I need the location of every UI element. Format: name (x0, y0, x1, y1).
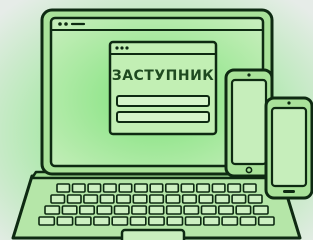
keyboard-key (218, 205, 235, 215)
keyboard-key (252, 205, 269, 215)
window-dot-icon (115, 46, 119, 50)
keyboard-key (165, 183, 180, 193)
keyboard-key (184, 216, 202, 226)
keyboard-key (247, 194, 263, 204)
phone-home-bar-icon (283, 190, 295, 193)
keyboard-key (113, 205, 130, 215)
keyboard-key (148, 205, 165, 215)
app-logo-text: ЗАСТУПНИК (112, 68, 215, 84)
keyboard-key (200, 205, 217, 215)
keyboard-key (166, 216, 184, 226)
keyboard-key (116, 194, 132, 204)
touchpad (120, 228, 186, 240)
illustration: ЗАСТУПНИК (0, 0, 313, 240)
keyboard-key (66, 194, 82, 204)
keyboard-key (61, 205, 78, 215)
phone-camera-icon (247, 73, 251, 77)
keyboard-key (99, 194, 115, 204)
keyboard-key (165, 205, 182, 215)
phone-screen (230, 78, 268, 166)
keyboard-key (235, 205, 252, 215)
keyboard-key (214, 194, 230, 204)
keyboard-key (257, 216, 275, 226)
keyboard-key (50, 194, 66, 204)
keyboard-key (44, 205, 61, 215)
screen-dot-icon (64, 22, 68, 26)
keyboard-key (198, 194, 214, 204)
keyboard-key (148, 216, 165, 226)
keyboard-key (211, 183, 226, 193)
screen-dot-icon (58, 22, 62, 26)
phone-icon (264, 96, 313, 200)
keyboard-key (227, 183, 242, 193)
keyboard-key (79, 205, 96, 215)
keyboard-key (181, 194, 197, 204)
keyboard-key (93, 216, 111, 226)
login-field (116, 95, 210, 107)
keyboard-key (183, 205, 200, 215)
keyboard-key (56, 216, 74, 226)
keyboard-key (231, 194, 247, 204)
keyboard-key (87, 183, 102, 193)
phone-camera-icon (287, 101, 291, 105)
keyboard-key (133, 183, 148, 193)
keyboard-key (38, 216, 56, 226)
keyboard-key (131, 205, 148, 215)
app-window: ЗАСТУПНИК (108, 40, 218, 136)
login-button (116, 111, 210, 123)
keyboard-key (96, 205, 113, 215)
keyboard-key (221, 216, 239, 226)
keyboard-key (149, 183, 164, 193)
devices-illustration: ЗАСТУПНИК (0, 0, 313, 240)
keyboard-key (118, 183, 133, 193)
keyboard-key (102, 183, 117, 193)
keyboard-key (239, 216, 257, 226)
keyboard-key (196, 183, 211, 193)
keyboard-key (132, 194, 148, 204)
keyboard-key (180, 183, 195, 193)
phone-screen (270, 106, 308, 188)
keyboard-key (83, 194, 99, 204)
keyboard-key (71, 183, 86, 193)
keyboard-key (129, 216, 147, 226)
keyboard-key (242, 183, 257, 193)
keyboard-key (203, 216, 220, 226)
window-dot-icon (125, 46, 129, 50)
keyboard-key (56, 183, 71, 193)
keyboard-key (111, 216, 129, 226)
keyboard-key (74, 216, 92, 226)
window-dot-icon (120, 46, 124, 50)
keyboard-key (165, 194, 181, 204)
keyboard-key (149, 194, 165, 204)
